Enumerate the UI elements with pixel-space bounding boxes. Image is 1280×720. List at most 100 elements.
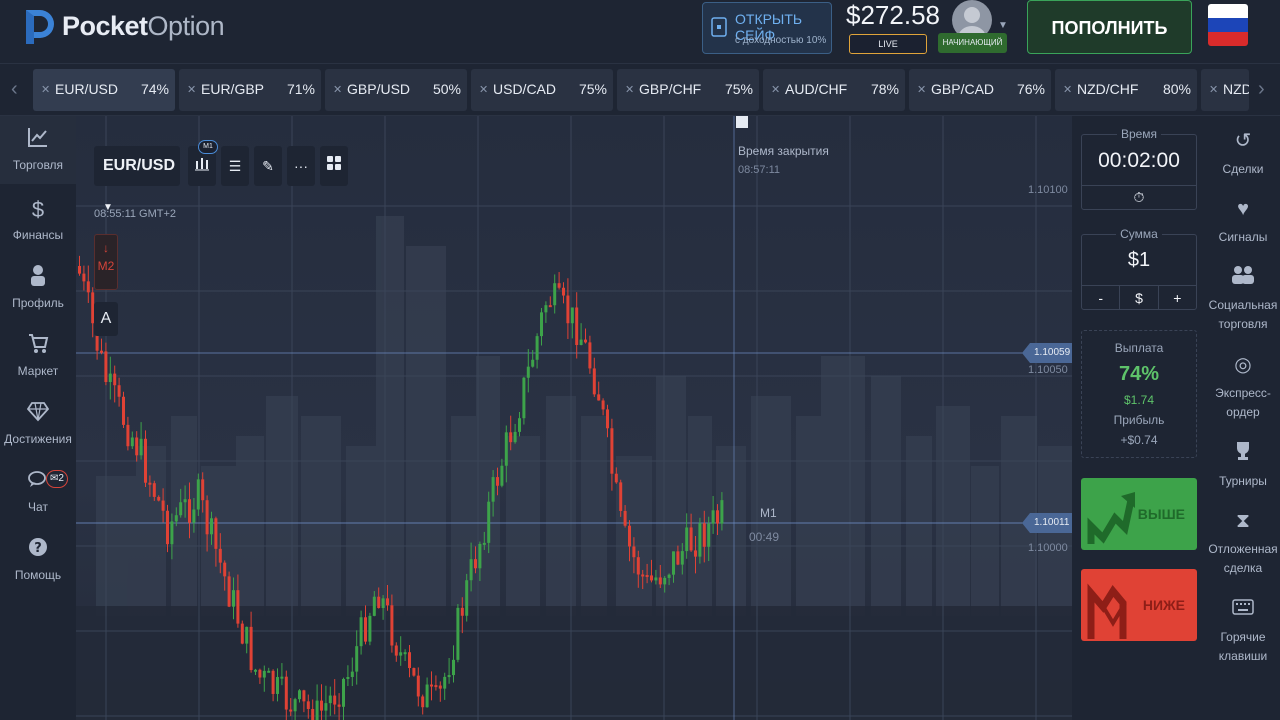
candle-body [328,695,332,704]
pair-name: EUR/USD [55,81,119,97]
candle-body [434,685,438,688]
signals-icon: ♥ [1237,198,1249,220]
sidebar-item-profile[interactable]: Профиль [0,264,76,310]
pair-tab[interactable]: ✕ NZD/CHF 80% [1055,69,1197,111]
candle-body [359,617,363,647]
candle-body [284,676,288,710]
close-icon[interactable]: ✕ [187,83,196,96]
close-icon[interactable]: ✕ [917,83,926,96]
candle-body [606,409,609,429]
level-badge: НАЧИНАЮЩИЙ [938,33,1007,53]
candle-body [104,351,108,383]
sidebar-item-chat[interactable]: ✉2 Чат [0,468,76,514]
candles [78,255,724,720]
candle-body [636,557,640,575]
close-icon[interactable]: ✕ [333,83,342,96]
higher-button[interactable]: ВЫШЕ [1081,478,1197,550]
close-icon[interactable]: ✕ [771,83,780,96]
pair-selector-label: EUR/USD [103,157,176,174]
pair-tab[interactable]: ✕ EUR/USD 74% [33,69,175,111]
logo[interactable]: PocketOption [22,8,225,44]
close-icon[interactable]: ✕ [479,83,488,96]
balance[interactable]: $272.58 [846,0,940,31]
candle-body [113,373,117,386]
candle-body [487,501,491,543]
lower-button[interactable]: НИЖЕ [1081,569,1197,641]
m2-indicator[interactable]: ↓ M2 [94,234,118,290]
candle-body [601,400,605,410]
pair-tab[interactable]: ✕ AUD/CHF 78% [763,69,905,111]
candle-timeframe: M1 [760,506,777,520]
time-value[interactable]: 00:02:00 [1082,149,1196,173]
pair-selector[interactable]: EUR/USD ▼ [94,146,180,213]
pair-tab[interactable]: ✕ GBP/CHF 75% [617,69,759,111]
close-icon[interactable]: ✕ [625,83,634,96]
currency-toggle-button[interactable]: $ [1120,286,1159,309]
chevron-left-icon[interactable]: ‹ [11,78,18,101]
chevron-right-icon[interactable]: › [1258,78,1265,101]
candle-body [245,626,249,644]
candle-body [478,543,482,569]
candle-body [491,477,495,502]
pair-tab[interactable]: ✕ GBP/USD 50% [325,69,467,111]
candle-body [504,432,508,466]
deposit-button[interactable]: ПОПОЛНИТЬ СЧЕТ [1027,0,1192,92]
candle-body [122,396,125,425]
clock-icon[interactable]: ⏱ [1082,189,1196,206]
sidebar-item-help[interactable]: ? Помощь [0,536,76,582]
candlestick-chart[interactable] [76,116,1072,720]
amount-minus-button[interactable]: - [1082,286,1121,309]
pair-name: EUR/GBP [201,81,265,97]
candle-body [535,336,539,360]
pair-tab[interactable]: ✕ NZD/... [1201,69,1249,111]
sidebar-item-express-order[interactable]: ◎ Экспресс-ордер [1206,352,1280,422]
candle-body [368,615,372,642]
candle-body [447,675,451,678]
russia-flag-icon[interactable] [1208,4,1248,46]
indicators-button[interactable]: ☰ [221,146,249,186]
open-safe-button[interactable]: ОТКРЫТЬ СЕЙФ с доходностью 10% [702,2,832,54]
profit-title: Прибыль [1113,413,1165,427]
candle-body [377,596,381,608]
candle-body [641,574,645,577]
candle-body [157,496,161,501]
sidebar-item-trades[interactable]: ↺ Сделки [1206,128,1280,179]
dollar-icon: $ [31,197,45,222]
sidebar-item-trading[interactable]: Торговля [0,116,76,184]
layout-button[interactable] [320,146,348,186]
candle-body [218,548,222,563]
candle-body [548,305,552,308]
candle-body [117,385,121,397]
amount-plus-button[interactable]: + [1159,286,1196,309]
amount-title: Сумма [1082,227,1196,241]
sidebar-item-achievements[interactable]: Достижения [0,400,76,446]
close-icon[interactable]: ✕ [1209,83,1218,96]
candle-body [293,699,297,712]
chart-area[interactable]: EUR/USD ▼ M1 ☰ ✎ ··· 08:55:11 GMT+2 ↓ M2… [76,116,1072,720]
sidebar-item-hotkeys[interactable]: Горячие клавиши [1206,596,1280,666]
auto-scale-button[interactable]: A [94,302,118,336]
pair-tab[interactable]: ✕ EUR/GBP 71% [179,69,321,111]
sidebar-item-social-trading[interactable]: Социальная торговля [1206,264,1280,334]
sidebar-item-market[interactable]: Маркет [0,332,76,378]
drawing-button[interactable]: ✎ [254,146,282,186]
pairs-bar: ‹ ✕ EUR/USD 74% ✕ EUR/GBP 71% ✕ GBP/USD … [0,64,1280,116]
candle-body [271,670,275,694]
close-icon[interactable]: ✕ [1063,83,1072,96]
amount-value[interactable]: $1 [1082,249,1196,272]
account-type-badge[interactable]: LIVE [849,34,927,54]
pair-tab[interactable]: ✕ GBP/CAD 76% [909,69,1051,111]
chevron-down-icon[interactable]: ▼ [998,20,1008,31]
sidebar-item-signals[interactable]: ♥ Сигналы [1206,196,1280,247]
candle-body [579,339,583,345]
dots-icon: ··· [294,158,308,174]
amount-box[interactable]: Сумма $1 - $ + [1081,227,1197,310]
sidebar-item-pending-trade[interactable]: ⧗ Отложенная сделка [1206,508,1280,578]
more-button[interactable]: ··· [287,146,315,186]
candle-body [702,523,706,547]
pair-tab[interactable]: ✕ USD/CAD 75% [471,69,613,111]
sidebar-item-tournaments[interactable]: Турниры [1206,440,1280,491]
sidebar-item-finance[interactable]: $ Финансы [0,196,76,242]
close-icon[interactable]: ✕ [41,83,50,96]
time-box[interactable]: Время 00:02:00 ⏱ [1081,127,1197,210]
